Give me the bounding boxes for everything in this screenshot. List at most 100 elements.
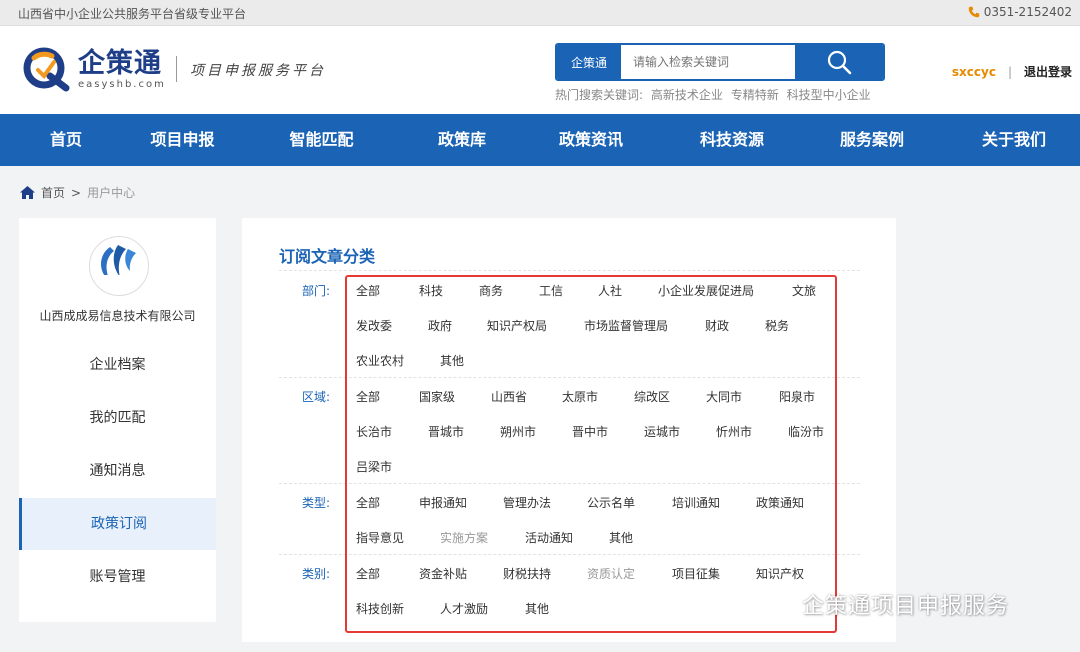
filter-option[interactable]: 资金补贴: [419, 565, 467, 582]
filter-option[interactable]: 晋城市: [428, 423, 464, 440]
logout-link[interactable]: 退出登录: [1024, 63, 1072, 80]
logo-q-icon: [23, 47, 70, 92]
top-info-bar: 山西省中小企业公共服务平台省级专业平台 0351-2152402: [0, 0, 1080, 26]
wechat-icon: [761, 592, 793, 615]
filter-option[interactable]: 公示名单: [587, 494, 635, 511]
filter-option[interactable]: 科技: [419, 282, 443, 299]
filter-option[interactable]: 综改区: [634, 388, 670, 405]
filter-option[interactable]: 临汾市: [788, 423, 824, 440]
filter-option[interactable]: 商务: [479, 282, 503, 299]
filter-option[interactable]: 阳泉市: [779, 388, 815, 405]
sidebar-item-policy-subscription[interactable]: 政策订阅: [19, 498, 216, 550]
filter-option[interactable]: 实施方案: [440, 529, 488, 546]
filter-option[interactable]: 指导意见: [356, 529, 404, 546]
filter-option[interactable]: 发改委: [356, 317, 392, 334]
filter-option[interactable]: 其他: [525, 600, 549, 617]
filter-option[interactable]: 农业农村: [356, 352, 404, 369]
breadcrumb: 首页 > 用户中心: [20, 184, 135, 201]
search-bar: 企策通: [555, 43, 885, 81]
filter-option[interactable]: 全部: [356, 388, 380, 405]
filter-option[interactable]: 知识产权局: [487, 317, 547, 334]
watermark-text: 企策通项目申报服务: [802, 594, 1010, 619]
filter-label-region: 区域:: [301, 390, 330, 404]
filter-option[interactable]: 资质认定: [587, 565, 635, 582]
chevron-right-icon: >: [71, 185, 82, 200]
hotline: 0351-2152402: [968, 5, 1072, 19]
filter-option[interactable]: 申报通知: [419, 494, 467, 511]
nav-item-smart-match[interactable]: 智能匹配: [233, 114, 410, 166]
filter-option[interactable]: 财税扶持: [503, 565, 551, 582]
filter-option[interactable]: 全部: [356, 282, 380, 299]
filter-option[interactable]: 朔州市: [500, 423, 536, 440]
filter-option[interactable]: 晋中市: [572, 423, 608, 440]
nav-item-policy-library[interactable]: 政策库: [410, 114, 514, 166]
nav-item-tech-resources[interactable]: 科技资源: [668, 114, 796, 166]
user-separator: |: [1007, 64, 1012, 79]
subscription-panel: 订阅文章分类 部门: 全部 科技 商务 工信 人社 小企业发展促进局 文旅 发改…: [242, 218, 896, 642]
filter-option[interactable]: 其他: [440, 352, 464, 369]
filter-option[interactable]: 忻州市: [716, 423, 752, 440]
filter-option[interactable]: 人才激励: [440, 600, 488, 617]
filter-option[interactable]: 项目征集: [672, 565, 720, 582]
filter-option[interactable]: 政府: [428, 317, 452, 334]
panel-title: 订阅文章分类: [279, 247, 376, 266]
nav-item-policy-news[interactable]: 政策资讯: [514, 114, 668, 166]
divider: [279, 270, 860, 271]
filter-option[interactable]: 太原市: [562, 388, 598, 405]
filter-label-department: 部门:: [301, 284, 330, 298]
filter-option[interactable]: 山西省: [491, 388, 527, 405]
hot-keywords: 热门搜索关键词: 高新技术企业 专精特新 科技型中小企业: [555, 86, 875, 103]
filter-option[interactable]: 政策通知: [756, 494, 804, 511]
nav-item-about-us[interactable]: 关于我们: [948, 114, 1080, 166]
divider: [279, 483, 860, 484]
logo-domain: easyshb.com: [78, 78, 166, 90]
breadcrumb-current: 用户中心: [87, 186, 136, 200]
platform-slogan: 项目申报服务平台: [190, 63, 326, 79]
filter-label-category: 类别:: [301, 567, 330, 581]
nav-item-home[interactable]: 首页: [0, 114, 132, 166]
filter-option[interactable]: 科技创新: [356, 600, 404, 617]
filter-option[interactable]: 人社: [598, 282, 622, 299]
filter-option[interactable]: 国家级: [419, 388, 455, 405]
filter-option[interactable]: 小企业发展促进局: [658, 282, 754, 299]
search-button[interactable]: [795, 45, 883, 79]
filter-option[interactable]: 管理办法: [503, 494, 551, 511]
company-avatar: [89, 236, 149, 296]
hot-keyword[interactable]: 科技型中小企业: [787, 88, 871, 102]
breadcrumb-home[interactable]: 首页: [41, 184, 65, 201]
hot-keyword[interactable]: 专精特新: [731, 88, 779, 102]
filter-option[interactable]: 全部: [356, 565, 380, 582]
filter-option[interactable]: 长治市: [356, 423, 392, 440]
sidebar-item-my-matches[interactable]: 我的匹配: [19, 392, 216, 444]
filter-option[interactable]: 市场监督管理局: [584, 317, 668, 334]
site-logo[interactable]: 企策通 easyshb.com: [20, 46, 166, 92]
hot-keyword[interactable]: 高新技术企业: [651, 88, 723, 102]
logo-wordmark: 企策通: [78, 47, 162, 79]
filter-option[interactable]: 文旅: [792, 282, 816, 299]
home-icon: [20, 186, 35, 199]
search-category-select[interactable]: 企策通: [557, 45, 621, 79]
main-nav: 首页 项目申报 智能匹配 政策库 政策资讯 科技资源 服务案例 关于我们: [0, 114, 1080, 166]
filter-option[interactable]: 培训通知: [672, 494, 720, 511]
filter-option[interactable]: 大同市: [706, 388, 742, 405]
sidebar-item-account-management[interactable]: 账号管理: [19, 551, 216, 603]
filter-option[interactable]: 运城市: [644, 423, 680, 440]
filter-option[interactable]: 全部: [356, 494, 380, 511]
filter-option[interactable]: 财政: [705, 317, 729, 334]
phone-number: 0351-2152402: [983, 5, 1072, 19]
filter-option[interactable]: 活动通知: [525, 529, 573, 546]
filter-option[interactable]: 税务: [765, 317, 789, 334]
search-input[interactable]: [621, 45, 795, 79]
username-link[interactable]: sxccyc: [952, 65, 996, 79]
filter-option[interactable]: 其他: [609, 529, 633, 546]
filter-option[interactable]: 工信: [539, 282, 563, 299]
filter-option[interactable]: 吕梁市: [356, 458, 392, 475]
divider: [279, 554, 860, 555]
nav-item-service-cases[interactable]: 服务案例: [796, 114, 948, 166]
sidebar-item-company-profile[interactable]: 企业档案: [19, 339, 216, 391]
user-sidebar: 山西成成易信息技术有限公司 企业档案 我的匹配 通知消息 政策订阅 账号管理: [19, 218, 216, 622]
nav-item-project-apply[interactable]: 项目申报: [132, 114, 233, 166]
filter-option[interactable]: 知识产权: [756, 565, 804, 582]
sidebar-item-notifications[interactable]: 通知消息: [19, 445, 216, 497]
divider: [279, 377, 860, 378]
